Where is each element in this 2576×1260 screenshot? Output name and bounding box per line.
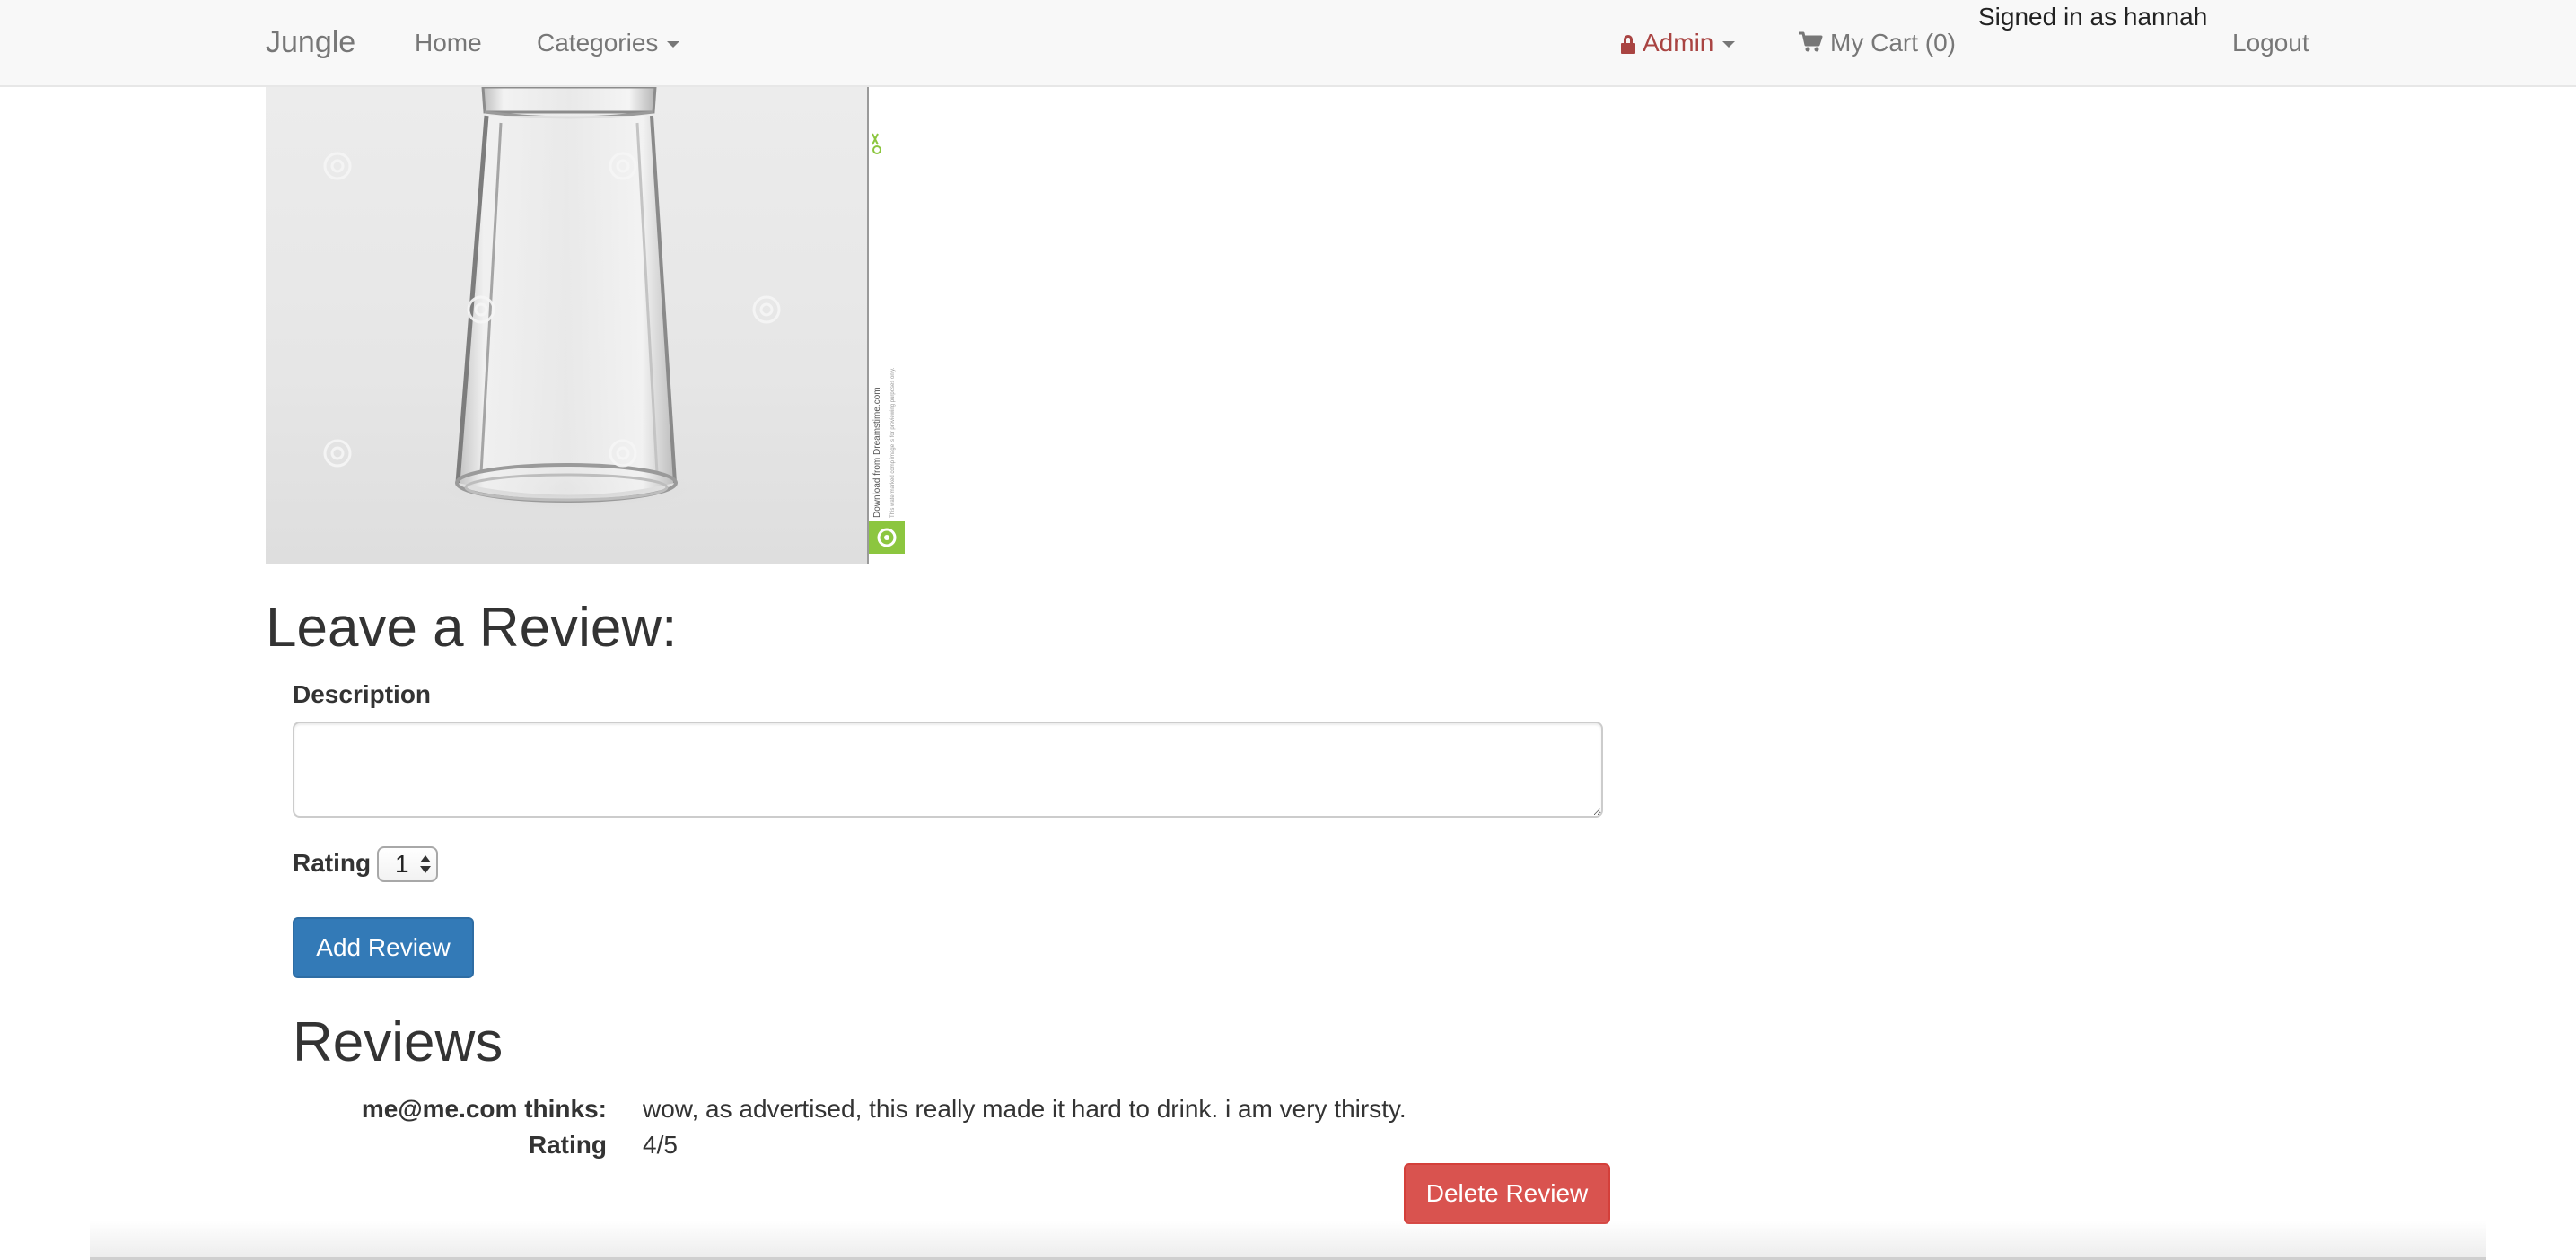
rating-select-value: 1 bbox=[395, 850, 409, 878]
dreamstime-watermark-icon: Download from Dreamstime.com This waterm… bbox=[869, 133, 905, 554]
drinking-glass-photo bbox=[323, 87, 781, 516]
nav-home-link[interactable]: Home bbox=[415, 25, 482, 61]
top-navbar: Jungle Home Categories Admin My Cart (0)… bbox=[0, 0, 2576, 87]
chevron-down-icon bbox=[667, 41, 680, 48]
nav-cart-link[interactable]: My Cart (0) bbox=[1798, 25, 1956, 61]
leave-review-heading: Leave a Review: bbox=[266, 597, 678, 659]
nav-admin-dropdown[interactable]: Admin bbox=[1621, 25, 1736, 61]
nav-categories-dropdown[interactable]: Categories bbox=[537, 25, 680, 61]
review-rating-label: Rating bbox=[528, 1131, 607, 1159]
nav-cart-label: My Cart (0) bbox=[1830, 29, 1956, 57]
select-arrows-icon bbox=[420, 853, 431, 875]
review-text: wow, as advertised, this really made it … bbox=[643, 1095, 1406, 1123]
lock-icon bbox=[1621, 35, 1635, 54]
nav-categories-label: Categories bbox=[537, 29, 659, 57]
review-author: me@me.com thinks: bbox=[361, 1095, 607, 1123]
review-rating-value: 4/5 bbox=[643, 1131, 678, 1159]
signed-in-status: Signed in as hannah bbox=[1978, 3, 2208, 31]
description-textarea[interactable] bbox=[293, 722, 1603, 818]
svg-text:This watermarked comp image is: This watermarked comp image is for previ… bbox=[890, 367, 896, 518]
product-image bbox=[266, 87, 869, 564]
delete-review-button[interactable]: Delete Review bbox=[1404, 1163, 1610, 1224]
add-review-button[interactable]: Add Review bbox=[293, 917, 474, 978]
svg-text:Download from Dreamstime.com: Download from Dreamstime.com bbox=[872, 387, 882, 518]
nav-logout-link[interactable]: Logout bbox=[2232, 25, 2309, 61]
nav-admin-label: Admin bbox=[1643, 29, 1714, 57]
rating-select[interactable]: 1 bbox=[377, 846, 438, 882]
rating-label: Rating bbox=[293, 849, 372, 877]
chevron-down-icon bbox=[1722, 41, 1736, 48]
shopping-cart-icon bbox=[1799, 31, 1823, 52]
description-label: Description bbox=[293, 680, 432, 708]
brand-logo-link[interactable]: Jungle bbox=[266, 22, 355, 63]
image-watermark-strip: Download from Dreamstime.com This waterm… bbox=[869, 87, 908, 564]
page-bottom-edge bbox=[90, 1221, 2486, 1260]
reviews-heading: Reviews bbox=[293, 1011, 504, 1073]
